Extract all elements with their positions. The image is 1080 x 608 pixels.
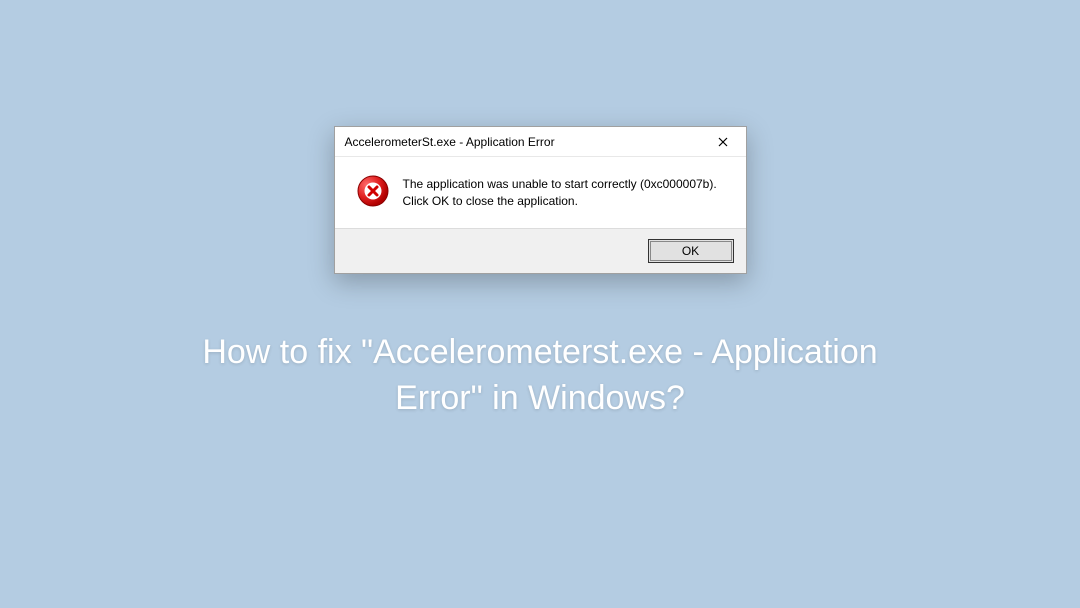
dialog-title: AccelerometerSt.exe - Application Error	[345, 135, 708, 149]
error-icon	[357, 175, 389, 207]
error-dialog: AccelerometerSt.exe - Application Error	[334, 126, 747, 274]
dialog-titlebar: AccelerometerSt.exe - Application Error	[335, 127, 746, 157]
dialog-content: The application was unable to start corr…	[335, 157, 746, 228]
dialog-message: The application was unable to start corr…	[403, 175, 728, 210]
close-button[interactable]	[708, 130, 738, 154]
dialog-button-bar: OK	[335, 228, 746, 273]
close-icon	[718, 137, 728, 147]
article-headline: How to fix "Accelerometerst.exe - Applic…	[190, 330, 890, 422]
ok-button[interactable]: OK	[648, 239, 734, 263]
